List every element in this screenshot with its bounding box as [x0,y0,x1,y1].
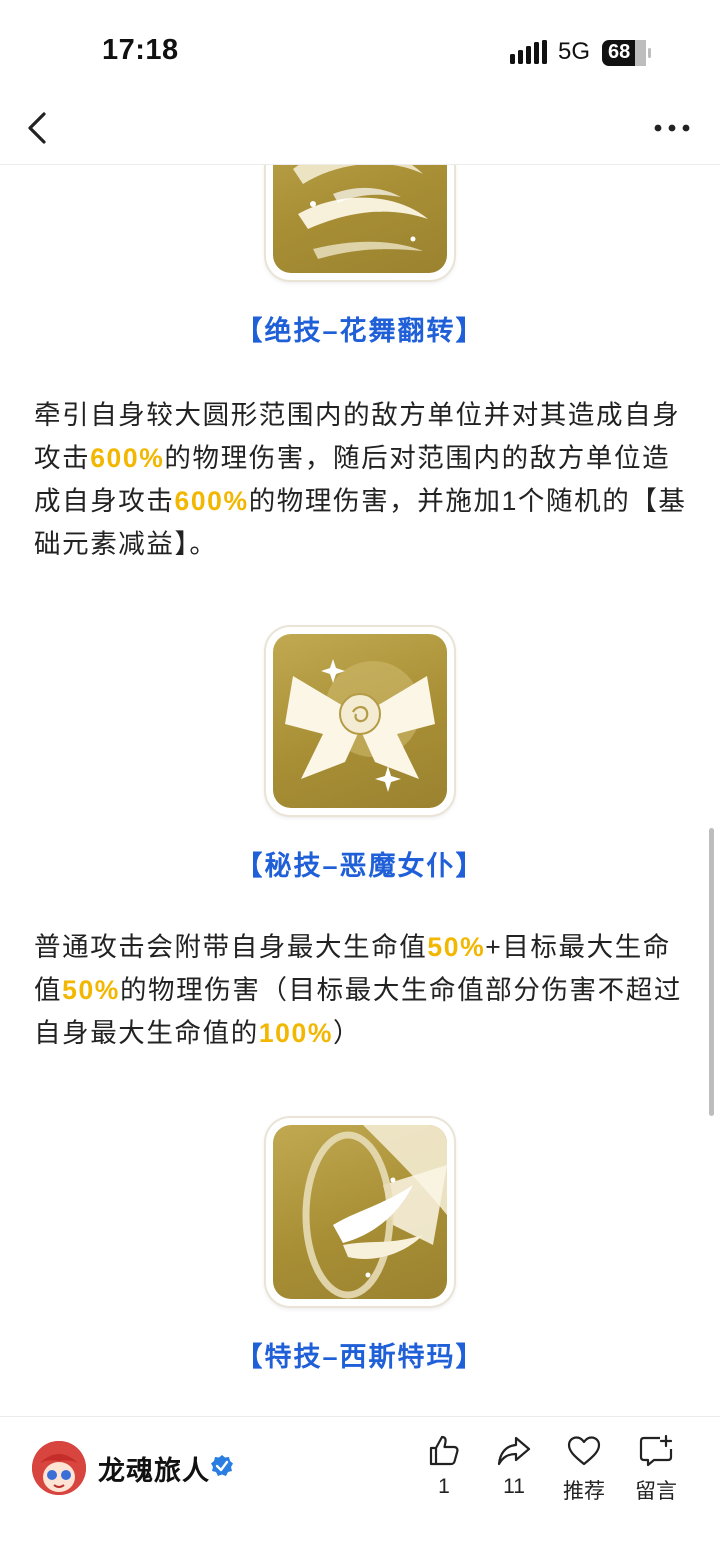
battery-icon: 68 [602,40,652,66]
back-icon[interactable] [24,110,52,146]
skill-icon-card [266,1118,454,1306]
comment-button[interactable]: 留言 [624,1433,688,1505]
more-icon[interactable] [650,118,694,138]
whirl-flower-icon [273,165,447,273]
status-time: 17:18 [102,34,179,66]
skill-title: 【特技–西斯特玛】 [235,1342,485,1372]
share-count: 11 [503,1475,525,1498]
verified-badge-icon [211,1455,233,1476]
thumbs-up-icon [429,1435,459,1466]
status-bar: 17:18 5G 68 [0,0,720,100]
comment-icon [639,1434,673,1467]
share-icon [497,1436,531,1466]
recommend-label: 推荐 [563,1480,605,1503]
desc-highlight: 600% [174,486,249,516]
ring-wing-icon [273,1125,447,1299]
desc-text: ） [333,1018,362,1048]
heart-icon [567,1436,601,1466]
bow-rose-icon [273,634,447,808]
like-count: 1 [438,1475,450,1498]
author-name[interactable]: 龙魂旅人 [98,1449,210,1488]
avatar[interactable] [32,1441,86,1495]
desc-text: 普通攻击会附带自身最大生命值 [34,932,428,962]
bottom-bar: 龙魂旅人 1 11 推荐 留言 [0,1416,720,1565]
skill-description: 牵引自身较大圆形范围内的敌方单位并对其造成自身攻击600%的物理伤害，随后对范围… [34,394,690,566]
share-button[interactable]: 11 [482,1433,546,1499]
desc-highlight: 100% [258,1018,333,1048]
desc-highlight: 50% [62,975,120,1005]
skill-description: 普通攻击会附带自身最大生命值50%+目标最大生命值50%的物理伤害（目标最大生命… [34,926,690,1055]
signal-icon [510,40,547,64]
skill-icon-card [266,627,454,815]
skill-title: 【秘技–恶魔女仆】 [235,851,485,881]
comment-label: 留言 [635,1480,677,1503]
like-button[interactable]: 1 [412,1433,476,1499]
network-type: 5G [558,38,591,65]
top-nav [0,100,720,165]
article-content: 【绝技–花舞翻转】 牵引自身较大圆形范围内的敌方单位并对其造成自身攻击600%的… [0,165,720,1415]
recommend-button[interactable]: 推荐 [552,1433,616,1505]
battery-level: 68 [608,41,631,63]
skill-title: 【绝技–花舞翻转】 [235,316,485,346]
skill-icon-card [266,165,454,280]
desc-highlight: 600% [90,443,165,473]
desc-highlight: 50% [427,932,486,962]
scrollbar[interactable] [709,828,714,1116]
